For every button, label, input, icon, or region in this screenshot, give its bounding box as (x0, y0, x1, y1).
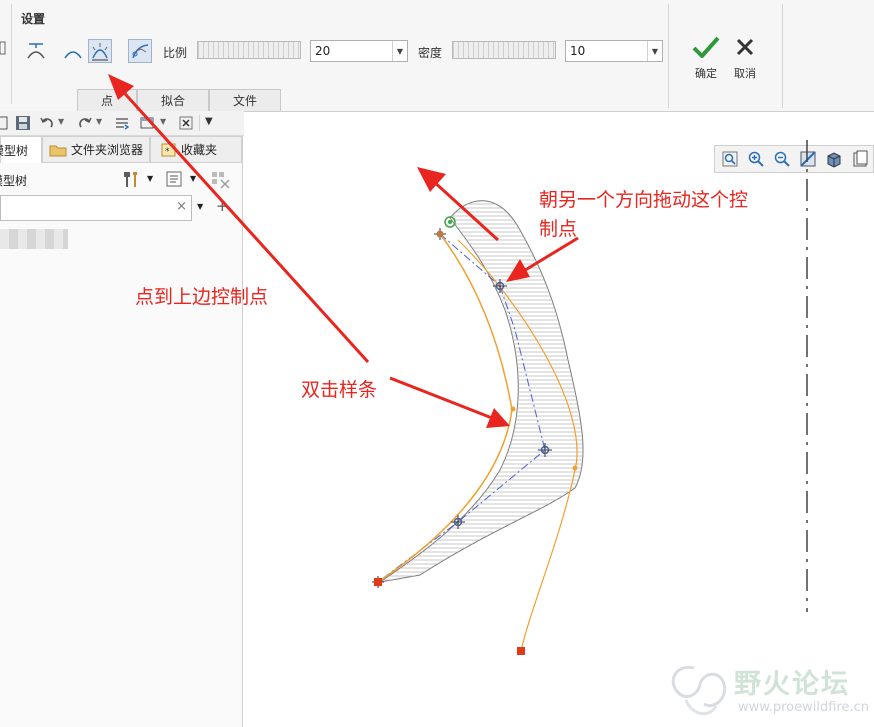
ribbon-divider (782, 4, 783, 108)
curve-icon[interactable] (61, 41, 85, 65)
tab-file[interactable]: 文件 (209, 89, 281, 111)
ratio-label: 比例 (163, 46, 188, 60)
search-dropdown-icon[interactable]: ▼ (197, 202, 203, 211)
annotation-double-click: 双击样条 (301, 379, 378, 401)
quick-access-toolbar: ▼ ▼ ▼ ▼ (0, 111, 244, 136)
density-slider[interactable] (452, 41, 556, 59)
redo-dropdown-icon[interactable]: ▼ (96, 117, 102, 126)
save-icon[interactable] (15, 115, 31, 131)
partial-icon[interactable] (0, 115, 10, 131)
confirm-label: 确定 (695, 67, 717, 80)
svg-text:*: * (165, 147, 170, 157)
ribbon-divider (668, 4, 669, 108)
zoom-in-icon[interactable] (745, 148, 767, 170)
tab-model-tree[interactable]: 模型树 (0, 136, 42, 163)
watermark-title: 野火论坛 (734, 669, 850, 700)
curvature-analysis-icon[interactable] (88, 39, 112, 63)
chevron-down-icon: ▼ (392, 41, 407, 61)
tab-favorites[interactable]: * 收藏夹 (150, 136, 242, 163)
control-polygon-icon[interactable] (24, 39, 48, 63)
ribbon: 设置 比例 20 ▼ 密度 10 ▼ 确定 取消 点 拟合 文件 (0, 0, 874, 112)
ribbon-divider (11, 4, 12, 104)
navigator-panel: 模型树 文件夹浏览器 * 收藏夹 模型树 ▼ ▼ × ▼ + (0, 136, 243, 727)
customize-toolbar-icon[interactable]: ▼ (205, 116, 213, 127)
show-options-icon[interactable] (165, 170, 183, 188)
clear-icon[interactable]: × (176, 199, 187, 214)
tab-folder-browser-label: 文件夹浏览器 (71, 143, 144, 157)
favorites-icon: * (161, 143, 176, 157)
comb-display-icon[interactable] (128, 39, 152, 63)
settings-icon[interactable] (121, 169, 141, 189)
close-window-icon[interactable] (178, 115, 194, 131)
tab-favorites-label: 收藏夹 (181, 143, 218, 157)
window-icon[interactable] (139, 115, 155, 131)
toolbar-divider (199, 115, 200, 131)
confirm-button[interactable]: 确定 (690, 34, 722, 81)
redo-icon[interactable] (77, 115, 93, 131)
cancel-label: 取消 (734, 67, 756, 80)
view-toolbar (714, 145, 874, 173)
group-title: 设置 (21, 12, 46, 26)
annotation-drag-line1: 朝另一个方向拖动这个控 (539, 189, 749, 211)
undo-dropdown-icon[interactable]: ▼ (58, 117, 64, 126)
ratio-slider[interactable] (197, 41, 301, 59)
blurred-tree-item[interactable] (0, 229, 68, 249)
folder-icon (49, 145, 67, 156)
watermark-logo (671, 665, 727, 716)
tab-folder-browser[interactable]: 文件夹浏览器 (42, 136, 150, 163)
ratio-select[interactable]: 20 ▼ (310, 40, 408, 62)
tab-model-tree-label: 模型树 (0, 143, 29, 158)
add-icon[interactable]: + (216, 197, 229, 215)
watermark-url: www.proewildfire.cn (738, 700, 869, 715)
close-icon (736, 38, 754, 56)
partial-left-icon[interactable] (0, 40, 6, 59)
chevron-down-icon: ▼ (647, 41, 662, 61)
undo-icon[interactable] (39, 115, 55, 131)
annotation-click-point: 点到上边控制点 (135, 286, 269, 308)
show-dropdown-icon[interactable]: ▼ (190, 174, 196, 183)
search-input[interactable]: × (0, 195, 192, 221)
density-value: 10 (570, 44, 586, 58)
tab-fit[interactable]: 拟合 (137, 89, 209, 111)
ratio-value: 20 (315, 44, 331, 58)
display-style-icon[interactable] (823, 148, 845, 170)
watermark: 野火论坛 www.proewildfire.cn (664, 660, 869, 722)
filter-icon[interactable] (210, 170, 232, 190)
saved-views-icon[interactable] (849, 148, 871, 170)
panel-header-label: 模型树 (0, 174, 28, 188)
tab-points[interactable]: 点 (77, 89, 137, 111)
regenerate-icon[interactable] (114, 115, 130, 131)
zoom-window-icon[interactable] (719, 148, 741, 170)
zoom-out-icon[interactable] (771, 148, 793, 170)
density-label: 密度 (418, 46, 443, 60)
settings-dropdown-icon[interactable]: ▼ (147, 174, 153, 183)
refit-icon[interactable] (797, 148, 819, 170)
annotation-drag-line2: 制点 (539, 218, 578, 240)
checkmark-icon (692, 36, 720, 58)
panel-header-title: 模型树 (0, 172, 27, 189)
density-select[interactable]: 10 ▼ (565, 40, 663, 62)
window-dropdown-icon[interactable]: ▼ (160, 117, 166, 126)
cancel-button[interactable]: 取消 (729, 34, 761, 81)
